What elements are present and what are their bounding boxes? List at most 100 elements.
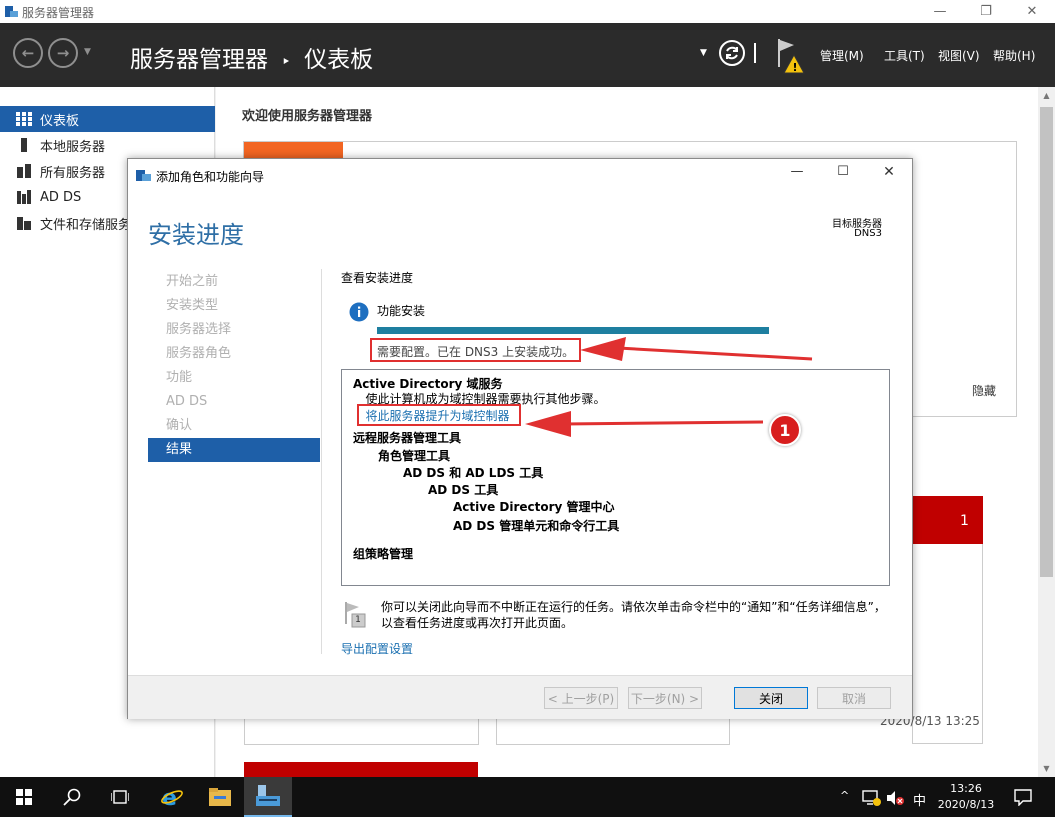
refresh-dropdown-icon[interactable]: ▼ [700,48,707,58]
menu-manage[interactable]: 管理(M) [820,47,864,64]
menu-help[interactable]: 帮助(H) [993,47,1035,64]
task-view-icon[interactable] [96,777,144,817]
notification-badge: 1 [355,615,361,625]
sidebar-item-dashboard[interactable]: 仪表板 [0,106,215,132]
sidebar-item-label: 本地服务器 [40,139,106,155]
window-titlebar: 服务器管理器 — ❐ ✕ [0,0,1055,23]
annotation-number-badge: 1 [769,414,801,446]
next-button[interactable]: 下一步(N) > [628,687,702,709]
server-manager-app-icon [4,4,18,18]
scroll-thumb[interactable] [1040,107,1053,577]
start-windows-icon[interactable] [0,777,48,817]
steps-divider [321,269,322,654]
action-center-icon[interactable] [1014,788,1032,809]
main-scrollbar[interactable]: ▲ ▼ [1038,87,1055,777]
wizard-title: 添加角色和功能向导 [156,170,265,184]
scroll-down-icon[interactable]: ▼ [1038,760,1055,777]
result-item: AD DS 工具 [428,483,499,497]
view-progress-label: 查看安装进度 [341,271,414,285]
maximize-button[interactable]: ❐ [963,0,1009,23]
results-panel: Active Directory 域服务 使此计算机成为域控制器需要执行其他步骤。… [341,369,890,586]
sidebar-item-local-server[interactable]: 本地服务器 [0,132,215,158]
sidebar-item-label: 所有服务器 [40,165,106,181]
scroll-up-icon[interactable]: ▲ [1038,87,1055,104]
breadcrumb-separator: ‣ [281,52,291,71]
back-arrow-icon[interactable]: ← [13,38,43,68]
minimize-button[interactable]: — [917,0,963,23]
server-manager-taskbar-icon[interactable] [244,777,292,817]
tray-expand-icon[interactable]: ^ [840,789,849,802]
refresh-icon[interactable] [718,39,746,70]
server-tile-red[interactable] [244,762,478,777]
export-config-link[interactable]: 导出配置设置 [341,640,413,657]
history-dropdown-icon[interactable]: ▼ [84,47,91,57]
wizard-heading: 安装进度 [148,221,244,249]
sidebar-item-label: AD DS [40,189,82,205]
wizard-step-server-roles[interactable]: 服务器角色 [148,342,320,366]
welcome-heading: 欢迎使用服务器管理器 [242,109,373,124]
network-status-icon[interactable] [862,789,882,810]
wizard-step-results[interactable]: 结果 [148,438,320,462]
svg-text:!: ! [793,61,798,74]
header-divider [754,43,756,63]
ad-ds-icon [16,189,32,205]
server-tile-2[interactable] [496,719,730,745]
add-roles-wizard-dialog: 添加角色和功能向导 — ☐ ✕ 安装进度 目标服务器 DNS3 开始之前 安装类… [127,158,913,719]
result-item: Active Directory 管理中心 [453,500,615,514]
result-item: AD DS 和 AD LDS 工具 [403,466,544,480]
previous-button[interactable]: < 上一步(P) [544,687,618,709]
notice-text: 你可以关闭此向导而不中断正在运行的任务。请依次单击命令栏中的“通知”和“任务详细… [381,600,886,630]
menu-tools[interactable]: 工具(T) [884,47,925,64]
notification-flag-icon[interactable]: ! [776,37,808,78]
wizard-app-icon [136,168,152,185]
alert-tile[interactable] [912,496,983,544]
wizard-step-features[interactable]: 功能 [148,366,320,390]
result-item: 角色管理工具 [378,449,451,463]
wizard-maximize-button[interactable]: ☐ [828,164,858,184]
menu-view[interactable]: 视图(V) [938,47,980,64]
wizard-step-installation-type[interactable]: 安装类型 [148,294,320,318]
dashboard-icon [16,111,32,127]
sidebar-item-label: 文件和存储服务 [40,217,132,233]
breadcrumb-page: 仪表板 [304,47,374,73]
server-icon [16,137,32,153]
feature-install-label: 功能安装 [377,304,426,318]
close-wizard-button[interactable]: 关闭 [734,687,808,709]
close-button[interactable]: ✕ [1009,0,1055,23]
file-explorer-icon[interactable] [196,777,244,817]
cancel-button[interactable]: 取消 [817,687,891,709]
taskbar-clock[interactable]: 13:26 2020/8/13 [934,781,998,813]
internet-explorer-icon[interactable]: e [148,777,196,817]
install-status-message: 需要配置。已在 DNS3 上安装成功。 [377,345,575,359]
annotation-arrow-status [578,331,818,374]
wizard-step-server-selection[interactable]: 服务器选择 [148,318,320,342]
breadcrumb-app: 服务器管理器 [130,47,268,73]
wizard-step-confirmation[interactable]: 确认 [148,414,320,438]
result-item: 组策略管理 [353,547,414,561]
ime-indicator[interactable]: 中 [913,790,926,809]
annotation-arrow-promote [523,405,773,448]
clock-date: 2020/8/13 [937,798,995,811]
result-item: AD DS 管理单元和命令行工具 [453,519,620,533]
volume-muted-icon[interactable] [885,789,905,810]
clock-time: 13:26 [950,782,982,795]
breadcrumb: 服务器管理器 ‣ 仪表板 [130,40,373,74]
wizard-minimize-button[interactable]: — [782,164,812,184]
wizard-step-before-you-begin[interactable]: 开始之前 [148,270,320,294]
storage-icon [16,215,32,231]
wizard-step-ad-ds[interactable]: AD DS [148,390,320,414]
alert-count: 1 [960,513,969,529]
servers-icon [16,163,32,179]
taskbar: e ^ 中 13:26 2020/8/13 [0,777,1055,817]
result-item: 远程服务器管理工具 [353,431,462,445]
hide-link[interactable]: 隐藏 [972,382,996,399]
search-icon[interactable] [48,777,96,817]
sidebar-item-label: 仪表板 [40,113,80,129]
target-server-name: DNS3 [854,228,882,239]
server-tile-1[interactable] [244,719,479,745]
wizard-close-button[interactable]: ✕ [874,164,904,184]
forward-arrow-icon[interactable]: → [48,38,78,68]
window-title: 服务器管理器 [22,6,95,20]
info-icon [349,302,369,322]
app-header: ← → ▼ 服务器管理器 ‣ 仪表板 ▼ ! 管理(M) 工具(T) 视图(V)… [0,23,1055,87]
